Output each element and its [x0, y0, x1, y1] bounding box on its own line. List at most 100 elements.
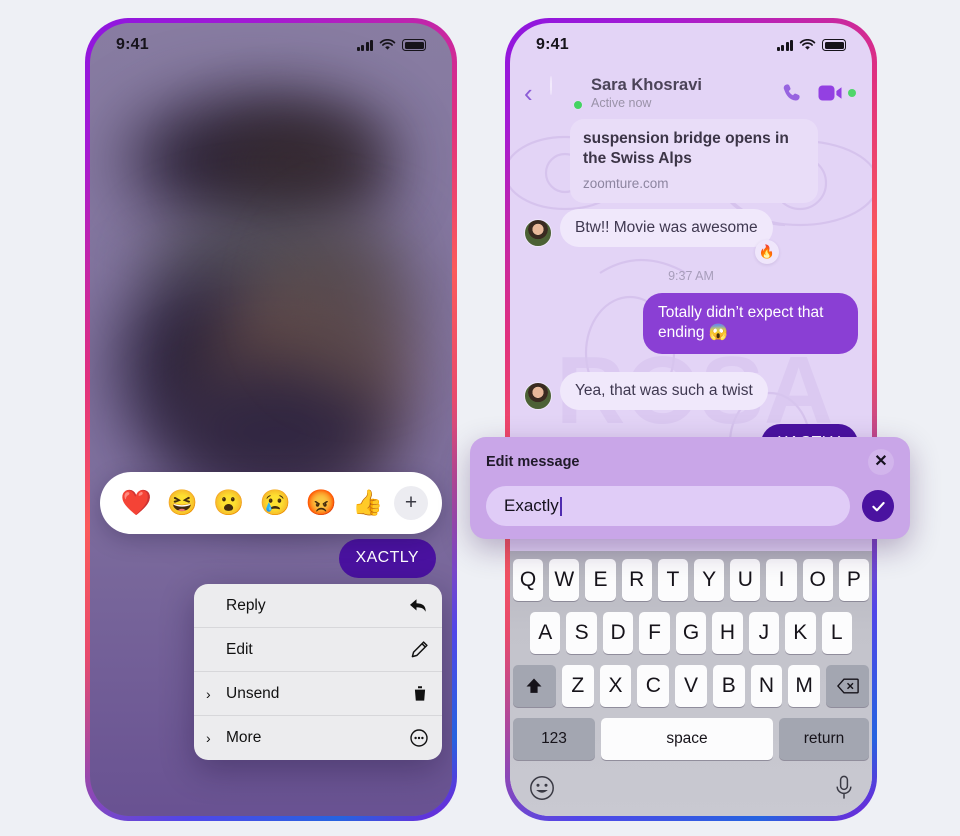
phone-call-icon[interactable]	[782, 82, 804, 104]
key-w[interactable]: W	[549, 559, 580, 601]
key-i[interactable]: I	[766, 559, 797, 601]
edit-dialog-body: Exactly	[486, 486, 894, 526]
video-camera-icon[interactable]	[818, 84, 844, 102]
video-active-dot	[848, 89, 856, 97]
key-v[interactable]: V	[675, 665, 707, 707]
surprised-reaction[interactable]: 😮	[207, 490, 251, 516]
key-p[interactable]: P	[838, 559, 870, 601]
key-f[interactable]: F	[639, 612, 670, 654]
keyboard-row-2: A S D F G H J K L	[513, 612, 869, 654]
key-d[interactable]: D	[602, 612, 634, 654]
context-menu-label: More	[226, 729, 262, 746]
edit-message-input[interactable]: Exactly	[486, 486, 850, 526]
return-key[interactable]: return	[779, 718, 869, 760]
crying-reaction[interactable]: 😢	[253, 490, 297, 516]
keyboard-row-4: 123 space return	[513, 718, 869, 760]
link-preview-card[interactable]: suspension bridge opens in the Swiss Alp…	[570, 119, 818, 203]
header-actions	[782, 82, 856, 104]
laughing-reaction[interactable]: 😆	[160, 490, 204, 516]
keyboard-row-1: Q W E R T Y U I O P	[512, 559, 870, 601]
status-icons	[776, 39, 846, 51]
message-row-incoming: Btw!! Movie was awesome 🔥	[524, 208, 858, 264]
link-preview-url: zoomture.com	[583, 175, 669, 191]
key-c[interactable]: C	[637, 665, 670, 707]
message-context-menu[interactable]: Reply Edit › Unsend › More	[194, 584, 442, 760]
key-m[interactable]: M	[788, 665, 821, 707]
text-cursor	[559, 496, 562, 516]
key-j[interactable]: J	[748, 612, 780, 654]
edit-message-dialog[interactable]: Edit message ✕ Exactly	[470, 437, 910, 539]
trash-icon	[406, 685, 428, 702]
numbers-key[interactable]: 123	[513, 718, 595, 760]
contact-status: Active now	[591, 95, 652, 110]
context-menu-label: Reply	[226, 596, 266, 614]
unsend-caret: ›	[206, 685, 211, 702]
thumbsup-reaction[interactable]: 👍	[346, 490, 390, 516]
right-phone-frame: R O SA 9:41 ‹	[505, 18, 877, 821]
keyboard-row-3: Z X C V B N M	[512, 665, 870, 707]
key-h[interactable]: H	[712, 612, 743, 654]
back-chevron-icon[interactable]: ‹	[524, 80, 544, 106]
status-icons	[356, 39, 426, 51]
context-menu-label: Unsend	[226, 684, 280, 702]
avatar[interactable]	[550, 76, 583, 110]
context-menu-item-reply[interactable]: Reply	[194, 584, 442, 628]
key-u[interactable]: U	[730, 559, 761, 601]
left-status-bar: 9:41	[90, 23, 452, 67]
emoji-reaction-bar[interactable]: ❤️ 😆 😮 😢 😡 👍 +	[100, 472, 442, 534]
microphone-icon[interactable]	[835, 775, 853, 801]
message-timestamp: 9:37 AM	[668, 268, 714, 283]
emoji-keyboard-icon[interactable]	[529, 775, 555, 801]
context-menu-item-unsend[interactable]: › Unsend	[194, 672, 442, 716]
key-n[interactable]: N	[750, 665, 783, 707]
key-o[interactable]: O	[802, 559, 833, 601]
key-y[interactable]: Y	[694, 559, 725, 601]
key-k[interactable]: K	[785, 612, 816, 654]
selected-message-bubble[interactable]: XACTLY	[338, 539, 436, 578]
edit-dialog-title: Edit message	[486, 454, 580, 470]
message-avatar	[524, 218, 552, 247]
message-text: Btw!! Movie was awesome	[575, 218, 758, 236]
key-q[interactable]: Q	[512, 559, 544, 601]
message-bubble-incoming[interactable]: Yea, that was such a twist	[560, 371, 768, 410]
more-circle-icon	[406, 729, 428, 747]
key-a[interactable]: A	[530, 612, 561, 654]
shift-arrow-icon[interactable]	[512, 665, 556, 707]
reply-arrow-icon	[406, 598, 428, 614]
key-l[interactable]: L	[821, 612, 852, 654]
key-x[interactable]: X	[599, 665, 632, 707]
conversation-header: ‹ Sara Khosravi Active now	[510, 67, 872, 119]
keyboard-bottom-bar	[513, 771, 869, 801]
online-status-dot	[573, 100, 583, 110]
fire-reaction-badge[interactable]: 🔥	[754, 239, 779, 264]
context-menu-item-edit[interactable]: Edit	[194, 628, 442, 672]
key-b[interactable]: B	[712, 665, 745, 707]
selected-message-text: XACTLY	[338, 539, 436, 578]
close-icon[interactable]: ✕	[868, 449, 894, 475]
pencil-icon	[406, 641, 428, 658]
key-r[interactable]: R	[621, 559, 652, 601]
message-bubble-incoming[interactable]: Btw!! Movie was awesome 🔥	[560, 208, 779, 264]
edit-input-value: Exactly	[504, 496, 559, 515]
battery-icon	[402, 39, 426, 51]
message-avatar	[524, 381, 552, 410]
contact-info[interactable]: Sara Khosravi Active now	[591, 76, 782, 109]
add-reaction-button[interactable]: +	[393, 486, 428, 520]
message-bubble-outgoing[interactable]: Totally didn’t expect that ending 😱	[643, 292, 858, 354]
key-e[interactable]: E	[585, 559, 616, 601]
wifi-icon	[799, 39, 816, 50]
confirm-edit-button[interactable]	[862, 490, 894, 522]
message-row-incoming: Yea, that was such a twist	[524, 371, 858, 410]
cellular-bars-icon	[776, 39, 793, 51]
angry-reaction[interactable]: 😡	[299, 490, 343, 516]
key-t[interactable]: T	[657, 559, 688, 601]
context-menu-item-more[interactable]: › More	[194, 716, 442, 760]
key-g[interactable]: G	[675, 612, 707, 654]
space-key[interactable]: space	[601, 718, 773, 760]
key-s[interactable]: S	[566, 612, 597, 654]
key-z[interactable]: Z	[561, 665, 594, 707]
heart-reaction[interactable]: ❤️	[114, 490, 158, 516]
backspace-icon[interactable]	[826, 665, 870, 707]
screenshot-root: 9:41 ❤️ 😆 😮 😢 😡 👍 + XACTLY Reply Edit › …	[0, 0, 960, 836]
on-screen-keyboard[interactable]: Q W E R T Y U I O P A S D F G H J K L Z …	[510, 551, 872, 816]
